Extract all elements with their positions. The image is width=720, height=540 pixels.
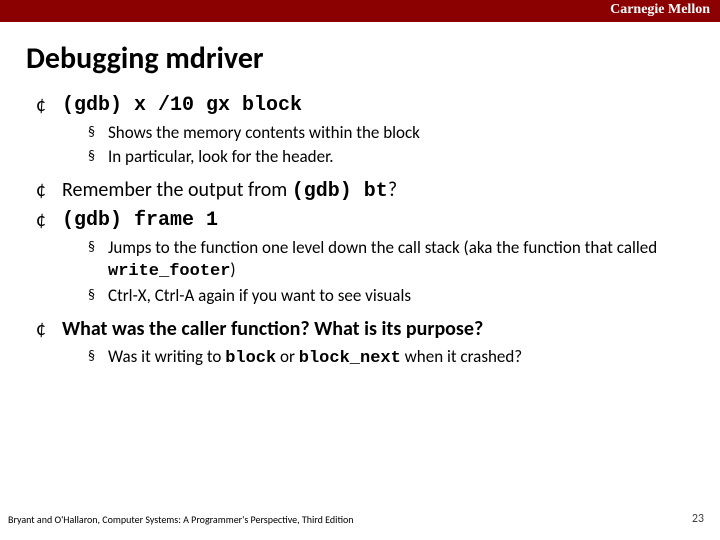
slide-content: ¢ (gdb) x /10 gx block § Shows the memor… <box>0 93 720 371</box>
sub-bullet-icon: § <box>88 237 108 257</box>
sub-item: § Shows the memory contents within the b… <box>88 122 684 144</box>
bullet-icon: ¢ <box>36 317 62 341</box>
sub-text: In particular, look for the header. <box>108 146 684 168</box>
sub-bullet-icon: § <box>88 122 108 142</box>
sub-text: Ctrl-X, Ctrl-A again if you want to see … <box>108 285 684 307</box>
sub-bullet-icon: § <box>88 146 108 166</box>
sub-text: Was it writing to block or block_next wh… <box>108 346 684 370</box>
page-number: 23 <box>692 512 704 526</box>
bullet-item: ¢ (gdb) x /10 gx block <box>36 93 684 118</box>
sub-item: § In particular, look for the header. <box>88 146 684 168</box>
bullet-icon: ¢ <box>36 208 62 232</box>
brand-bar: Carnegie Mellon <box>0 0 720 22</box>
sub-list: § Was it writing to block or block_next … <box>36 346 684 370</box>
sub-item: § Was it writing to block or block_next … <box>88 346 684 370</box>
bullet-item: ¢ What was the caller function? What is … <box>36 317 684 342</box>
sub-item: § Ctrl-X, Ctrl-A again if you want to se… <box>88 285 684 307</box>
sub-bullet-icon: § <box>88 285 108 305</box>
bullet-text: What was the caller function? What is it… <box>62 317 684 342</box>
bullet-icon: ¢ <box>36 178 62 202</box>
footer-text: Bryant and O'Hallaron, Computer Systems:… <box>8 513 354 526</box>
bullet-item: ¢ Remember the output from (gdb) bt? <box>36 178 684 204</box>
sub-bullet-icon: § <box>88 346 108 366</box>
bullet-text: (gdb) frame 1 <box>62 208 684 233</box>
sub-text: Shows the memory contents within the blo… <box>108 122 684 144</box>
bullet-item: ¢ (gdb) frame 1 <box>36 208 684 233</box>
sub-list: § Shows the memory contents within the b… <box>36 122 684 168</box>
bullet-text: (gdb) x /10 gx block <box>62 93 684 118</box>
sub-text: Jumps to the function one level down the… <box>108 237 684 283</box>
sub-item: § Jumps to the function one level down t… <box>88 237 684 283</box>
bullet-icon: ¢ <box>36 93 62 117</box>
sub-list: § Jumps to the function one level down t… <box>36 237 684 307</box>
brand-text: Carnegie Mellon <box>610 2 710 17</box>
bullet-text: Remember the output from (gdb) bt? <box>62 178 684 204</box>
slide-title: Debugging mdriver <box>0 22 720 93</box>
